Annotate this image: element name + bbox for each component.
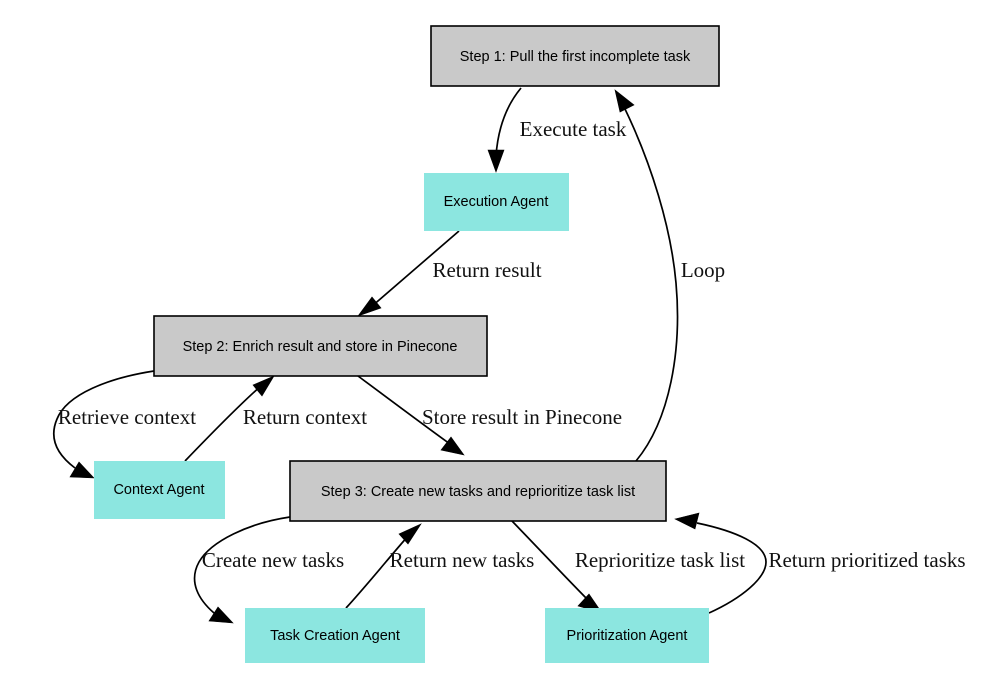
flowchart-svg: Step 1: Pull the first incomplete task E… [52, 25, 966, 663]
arrow-head [487, 149, 505, 173]
node-context-agent-label: Context Agent [113, 482, 204, 498]
arrow-head [398, 523, 422, 545]
edge-label-loop: Loop [681, 258, 725, 282]
edge-label-execute-task: Execute task [520, 117, 627, 141]
edge-path [624, 108, 679, 462]
edge-label-retrieve-context: Retrieve context [58, 405, 196, 429]
arrow-head [674, 512, 700, 530]
node-task-creation-agent[interactable]: Task Creation Agent [245, 608, 425, 663]
arrow-head [252, 375, 275, 397]
node-step2[interactable]: Step 2: Enrich result and store in Pinec… [153, 315, 488, 377]
edge-loop [614, 89, 679, 462]
edge-label-return-new-tasks: Return new tasks [390, 548, 535, 572]
node-step2-label: Step 2: Enrich result and store in Pinec… [183, 339, 458, 355]
edge-path [495, 87, 522, 157]
node-execution-agent[interactable]: Execution Agent [424, 173, 569, 231]
arrow-head [357, 296, 382, 317]
edge-label-return-prioritized-tasks: Return prioritized tasks [768, 548, 965, 572]
edge-label-reprioritize-task-list: Reprioritize task list [575, 548, 745, 572]
node-prioritization-agent-label: Prioritization Agent [567, 628, 688, 644]
node-step3-label: Step 3: Create new tasks and reprioritiz… [321, 484, 635, 500]
edge-label-create-new-tasks: Create new tasks [202, 548, 344, 572]
edge-label-return-result: Return result [432, 258, 541, 282]
node-step1-label: Step 1: Pull the first incomplete task [460, 49, 691, 65]
arrow-head [69, 461, 95, 479]
node-step3[interactable]: Step 3: Create new tasks and reprioritiz… [289, 460, 667, 522]
arrow-head [208, 606, 234, 624]
edge-label-return-context: Return context [243, 405, 367, 429]
node-task-creation-agent-label: Task Creation Agent [270, 628, 400, 644]
node-step1[interactable]: Step 1: Pull the first incomplete task [430, 25, 720, 87]
arrow-head [614, 89, 635, 113]
edge-execute-task [487, 87, 522, 173]
diagram-canvas: Step 1: Pull the first incomplete task E… [0, 0, 1000, 685]
node-prioritization-agent[interactable]: Prioritization Agent [545, 608, 709, 663]
node-context-agent[interactable]: Context Agent [94, 461, 225, 519]
node-execution-agent-label: Execution Agent [444, 194, 549, 210]
edge-label-store-result-in-pinecone: Store result in Pinecone [422, 405, 622, 429]
